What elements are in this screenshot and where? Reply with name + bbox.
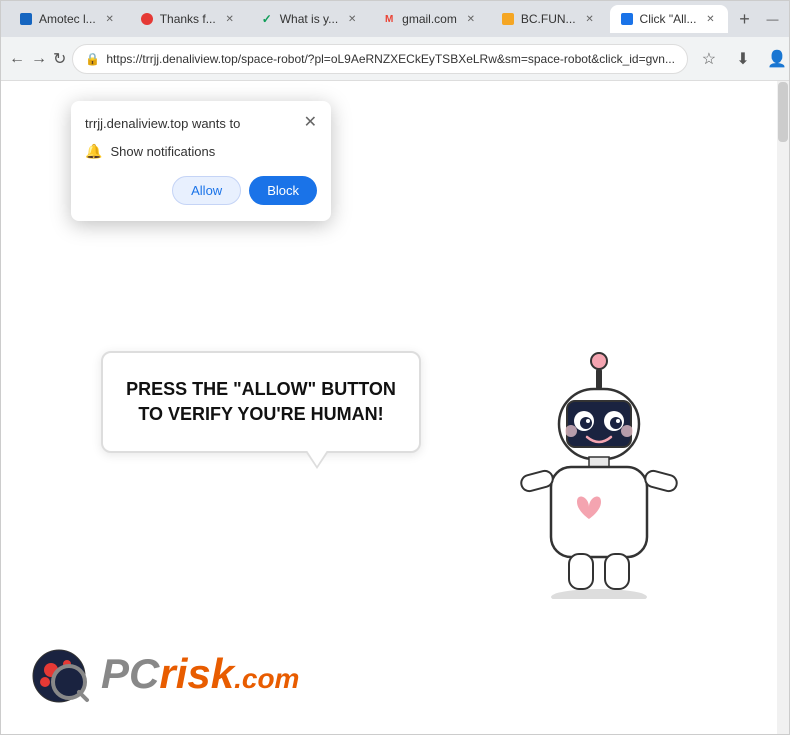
new-tab-button[interactable]: + [730,5,758,33]
tab-amotec[interactable]: Amotec l... ✕ [9,5,128,33]
pc-text: PC [101,650,159,697]
popup-close-button[interactable]: ✕ [304,115,317,131]
tab-bcfun[interactable]: BC.FUN... ✕ [491,5,608,33]
popup-header: trrjj.denaliview.top wants to ✕ [85,115,317,133]
tab-close-thanks[interactable]: ✕ [222,11,238,27]
tab-label-gmail: gmail.com [402,12,457,26]
popup-title: trrjj.denaliview.top wants to [85,115,240,133]
tab-label-whatis: What is y... [280,12,338,26]
tab-favicon-click [620,12,634,26]
tab-gmail[interactable]: M gmail.com ✕ [372,5,489,33]
title-bar: Amotec l... ✕ Thanks f... ✕ ✓ What is y.… [1,1,789,37]
tab-whatis[interactable]: ✓ What is y... ✕ [250,5,370,33]
speech-text: PRESS THE "ALLOW" BUTTON TO VERIFY YOU'R… [123,377,399,427]
robot-illustration [509,339,689,604]
nav-bar: ← → ↻ 🔒 https://trrjj.denaliview.top/spa… [1,37,789,81]
forward-button[interactable]: → [31,43,47,75]
browser-window: Amotec l... ✕ Thanks f... ✕ ✓ What is y.… [0,0,790,735]
bell-icon: 🔔 [85,143,102,160]
refresh-button[interactable]: ↻ [53,43,66,75]
tab-favicon-bcfun [501,12,515,26]
dotcom-text: .com [234,663,299,694]
popup-notification-row: 🔔 Show notifications [85,143,317,160]
window-controls: — □ ✕ [762,9,790,29]
tab-label-thanks: Thanks f... [160,12,216,26]
tab-label-click: Click "All... [640,12,697,26]
pcrisk-text: PCrisk.com [101,650,299,698]
back-button[interactable]: ← [9,43,25,75]
tab-thanks[interactable]: Thanks f... ✕ [130,5,248,33]
notification-popup: trrjj.denaliview.top wants to ✕ 🔔 Show n… [71,101,331,221]
address-text: https://trrjj.denaliview.top/space-robot… [106,52,675,66]
tab-close-gmail[interactable]: ✕ [463,11,479,27]
tab-click-active[interactable]: Click "All... ✕ [610,5,729,33]
robot-svg [509,339,689,599]
tab-close-whatis[interactable]: ✕ [344,11,360,27]
popup-notification-label: Show notifications [110,144,215,159]
download-button[interactable]: ⬇ [728,44,758,74]
speech-bubble: PRESS THE "ALLOW" BUTTON TO VERIFY YOU'R… [101,351,421,453]
lock-icon: 🔒 [85,52,100,66]
pcrisk-brand: PCrisk.com [31,644,299,704]
tab-close-amotec[interactable]: ✕ [102,11,118,27]
minimize-button[interactable]: — [762,9,782,29]
tab-close-bcfun[interactable]: ✕ [582,11,598,27]
tabs-container: Amotec l... ✕ Thanks f... ✕ ✓ What is y.… [9,5,758,33]
scrollbar-thumb[interactable] [778,82,788,142]
scrollbar[interactable] [777,81,789,734]
address-bar[interactable]: 🔒 https://trrjj.denaliview.top/space-rob… [72,44,688,74]
tab-label-amotec: Amotec l... [39,12,96,26]
tab-favicon-gmail: M [382,12,396,26]
browser-content: trrjj.denaliview.top wants to ✕ 🔔 Show n… [1,81,789,734]
block-button[interactable]: Block [249,176,317,205]
popup-buttons: Allow Block [85,176,317,205]
bookmark-button[interactable]: ☆ [694,44,724,74]
tab-favicon-whatis: ✓ [260,12,274,26]
pcrisk-logo-svg [31,644,91,704]
tab-favicon-amotec [19,12,33,26]
nav-actions: ☆ ⬇ 👤 ⋮ [694,44,790,74]
tab-close-click[interactable]: ✕ [702,11,718,27]
tab-label-bcfun: BC.FUN... [521,12,576,26]
allow-button[interactable]: Allow [172,176,241,205]
tab-favicon-thanks [140,12,154,26]
risk-text: risk [159,650,234,697]
profile-button[interactable]: 👤 [762,44,790,74]
